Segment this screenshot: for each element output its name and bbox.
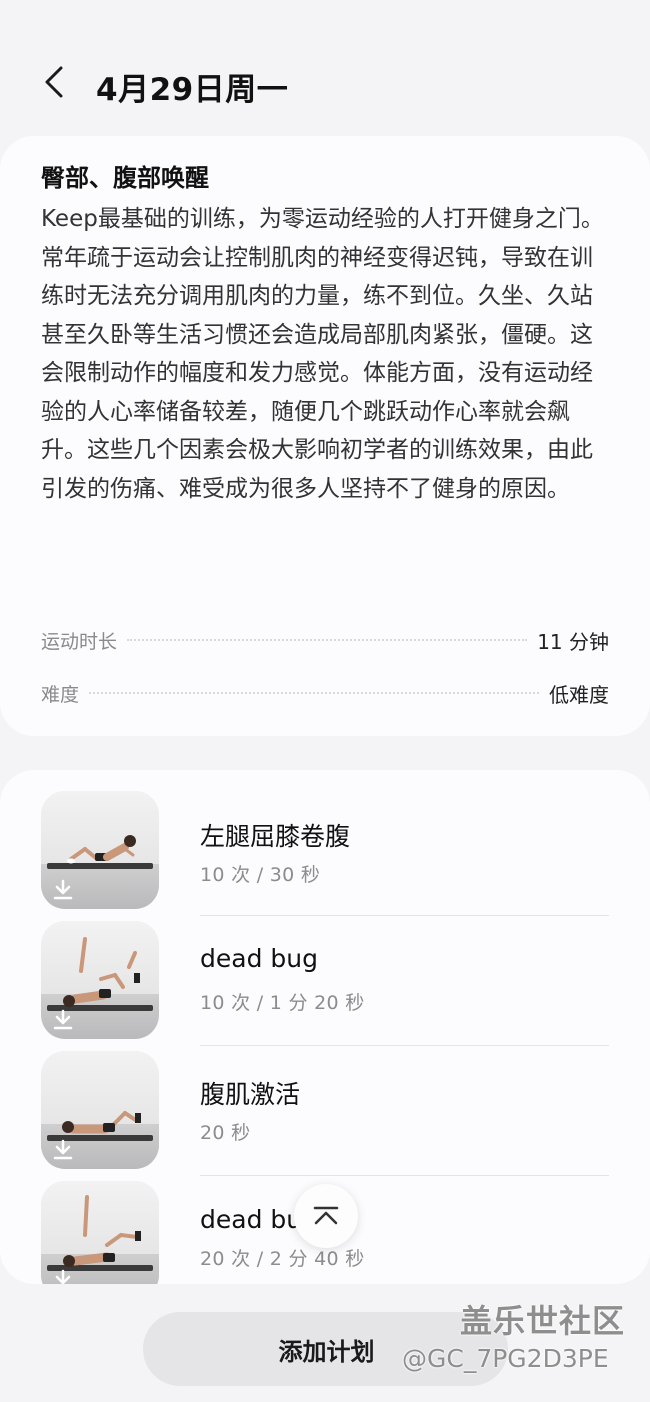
dotted-leader [127, 639, 528, 641]
back-chevron-icon [45, 66, 63, 98]
workout-info-card: 臀部、腹部唤醒 Keep最基础的训练，为零运动经验的人打开健身之门。常年疏于运动… [0, 136, 650, 736]
exercise-thumbnail [41, 921, 159, 1039]
exercise-item[interactable]: 左腿屈膝卷腹 10 次 / 30 秒 [0, 790, 650, 920]
workout-title: 臀部、腹部唤醒 [41, 164, 209, 192]
add-plan-label: 添加计划 [278, 1337, 375, 1366]
exercise-name: dead bug [200, 944, 318, 973]
exercise-detail: 10 次 / 1 分 20 秒 [200, 992, 365, 1014]
scroll-to-top-icon [313, 1206, 339, 1225]
dotted-leader [89, 692, 539, 694]
exercise-thumbnail [41, 1181, 159, 1284]
duration-value: 11 分钟 [537, 629, 609, 654]
workout-description: Keep最基础的训练，为零运动经验的人打开健身之门。常年疏于运动会让控制肌肉的神… [41, 206, 604, 502]
divider [200, 1045, 609, 1046]
divider [200, 915, 609, 916]
divider [200, 1175, 609, 1176]
header: 4月29日周一 [0, 0, 650, 136]
duration-row: 运动时长 11 分钟 [41, 625, 609, 655]
exercise-name: 左腿屈膝卷腹 [200, 822, 351, 851]
difficulty-row: 难度 低难度 [41, 678, 609, 708]
exercise-detail: 20 次 / 2 分 40 秒 [200, 1248, 365, 1270]
download-icon[interactable] [53, 1269, 73, 1284]
exercise-detail: 20 秒 [200, 1122, 251, 1144]
exercise-item[interactable]: dead bug 10 次 / 1 分 20 秒 [0, 920, 650, 1050]
exercise-thumbnail [41, 791, 159, 909]
back-button[interactable] [38, 62, 70, 102]
exercise-detail: 10 次 / 30 秒 [200, 864, 321, 886]
scroll-to-top-button[interactable] [294, 1184, 358, 1248]
difficulty-value: 低难度 [549, 682, 609, 707]
download-icon[interactable] [53, 1139, 73, 1161]
exercise-thumbnail [41, 1051, 159, 1169]
exercise-item[interactable]: 腹肌激活 20 秒 [0, 1050, 650, 1180]
duration-label: 运动时长 [41, 630, 118, 653]
difficulty-label: 难度 [41, 683, 80, 706]
exercise-name: 腹肌激活 [200, 1080, 301, 1109]
page-title: 4月29日周一 [96, 72, 289, 108]
download-icon[interactable] [53, 1009, 73, 1031]
watermark-user: @GC_7PG2D3PE [402, 1344, 609, 1373]
download-icon[interactable] [53, 879, 73, 901]
watermark-brand: 盖乐世社区 [460, 1302, 626, 1340]
